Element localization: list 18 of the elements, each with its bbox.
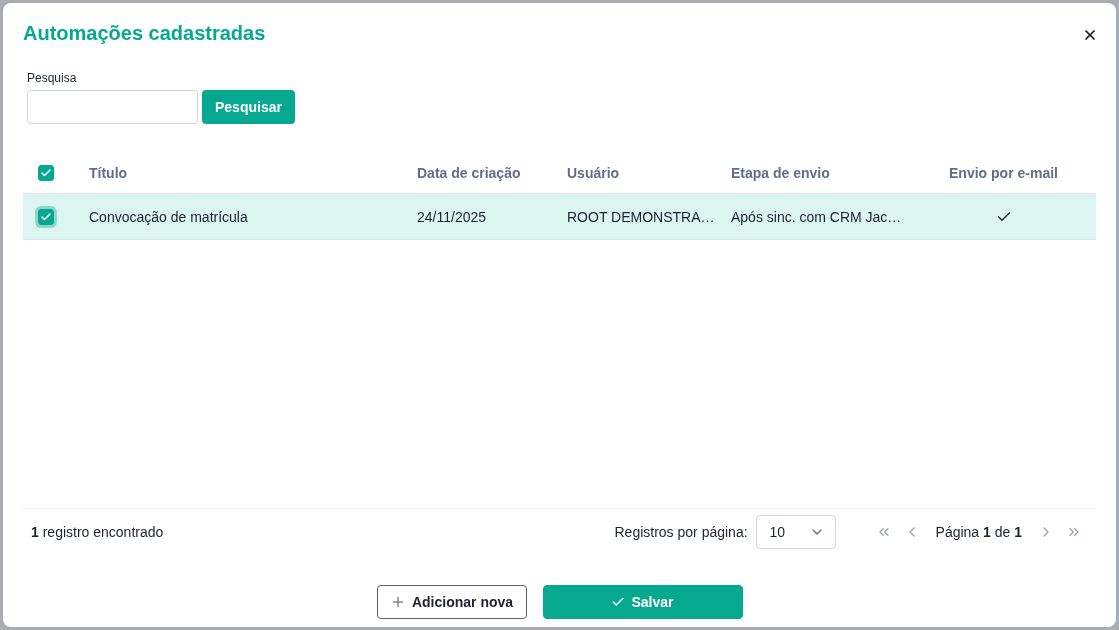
record-count: 1 registro encontrado: [31, 524, 165, 540]
table-cell-text: Após sinc. com CRM Jac…: [730, 208, 903, 225]
page-indicator: Página 1 de 1: [935, 524, 1022, 540]
search-field[interactable]: [27, 90, 198, 124]
table-cell-text: 24/11/2025: [416, 208, 488, 225]
dialog-title: Automações cadastradas: [23, 21, 266, 45]
per-page-label: Registros por página:: [614, 524, 748, 540]
per-page-select[interactable]: 10: [755, 515, 836, 549]
table-cell-text: ROOT DEMONSTRA…: [566, 208, 711, 225]
column-header: Etapa de envio: [730, 164, 831, 181]
table-cell-text: Convocação de matrícula: [88, 208, 249, 225]
column-header: Usuário: [566, 164, 621, 181]
add-button[interactable]: Adicionar nova: [376, 585, 527, 619]
column-header: Título: [88, 164, 129, 181]
table-row[interactable]: Convocação de matrícula 24/11/2025 ROOT DEMONSTRA… Após sinc. com CRM Jac…: [23, 194, 1096, 240]
column-header: Data de criação: [416, 164, 522, 181]
search-label: Pesquisa: [27, 71, 78, 85]
column-header: Envio por e-mail: [948, 164, 1059, 181]
